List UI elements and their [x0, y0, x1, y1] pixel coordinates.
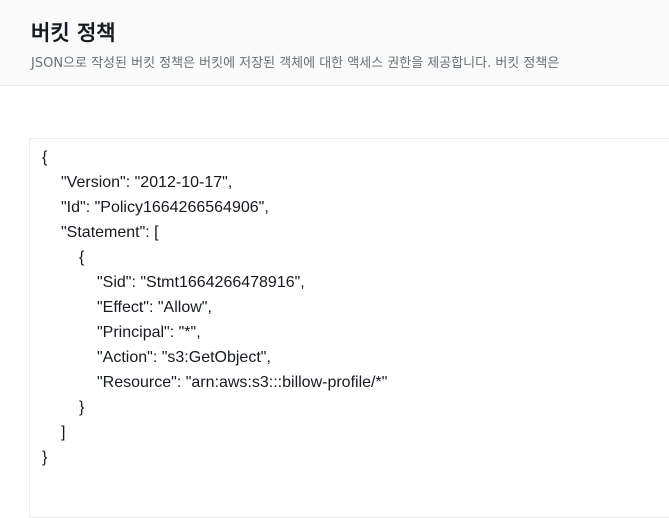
json-line-version: "Version": "2012-10-17",	[61, 174, 233, 191]
json-line-statement-close: }	[79, 399, 85, 416]
policy-json-code: { "Version": "2012-10-17", "Id": "Policy…	[42, 145, 387, 470]
bucket-policy-description: JSON으로 작성된 버킷 정책은 버킷에 저장된 객체에 대한 액세스 권한을…	[31, 56, 560, 71]
json-line-open-brace: {	[42, 149, 48, 166]
json-line-principal: "Principal": "*",	[97, 324, 201, 341]
json-line-effect: "Effect": "Allow",	[97, 299, 212, 316]
json-line-id: "Id": "Policy1664266564906",	[61, 199, 269, 216]
json-line-close-brace: }	[42, 449, 48, 466]
json-line-statement-open: {	[79, 249, 85, 266]
bucket-policy-header: 버킷 정책 JSON으로 작성된 버킷 정책은 버킷에 저장된 객체에 대한 액…	[0, 0, 669, 86]
json-line-array-close: ]	[61, 424, 66, 441]
bucket-policy-title: 버킷 정책	[31, 21, 116, 45]
json-line-statement: "Statement": [	[61, 224, 159, 241]
json-line-sid: "Sid": "Stmt1664266478916",	[97, 274, 305, 291]
json-line-action: "Action": "s3:GetObject",	[97, 349, 271, 366]
json-line-resource: "Resource": "arn:aws:s3:::billow-profile…	[97, 374, 388, 391]
